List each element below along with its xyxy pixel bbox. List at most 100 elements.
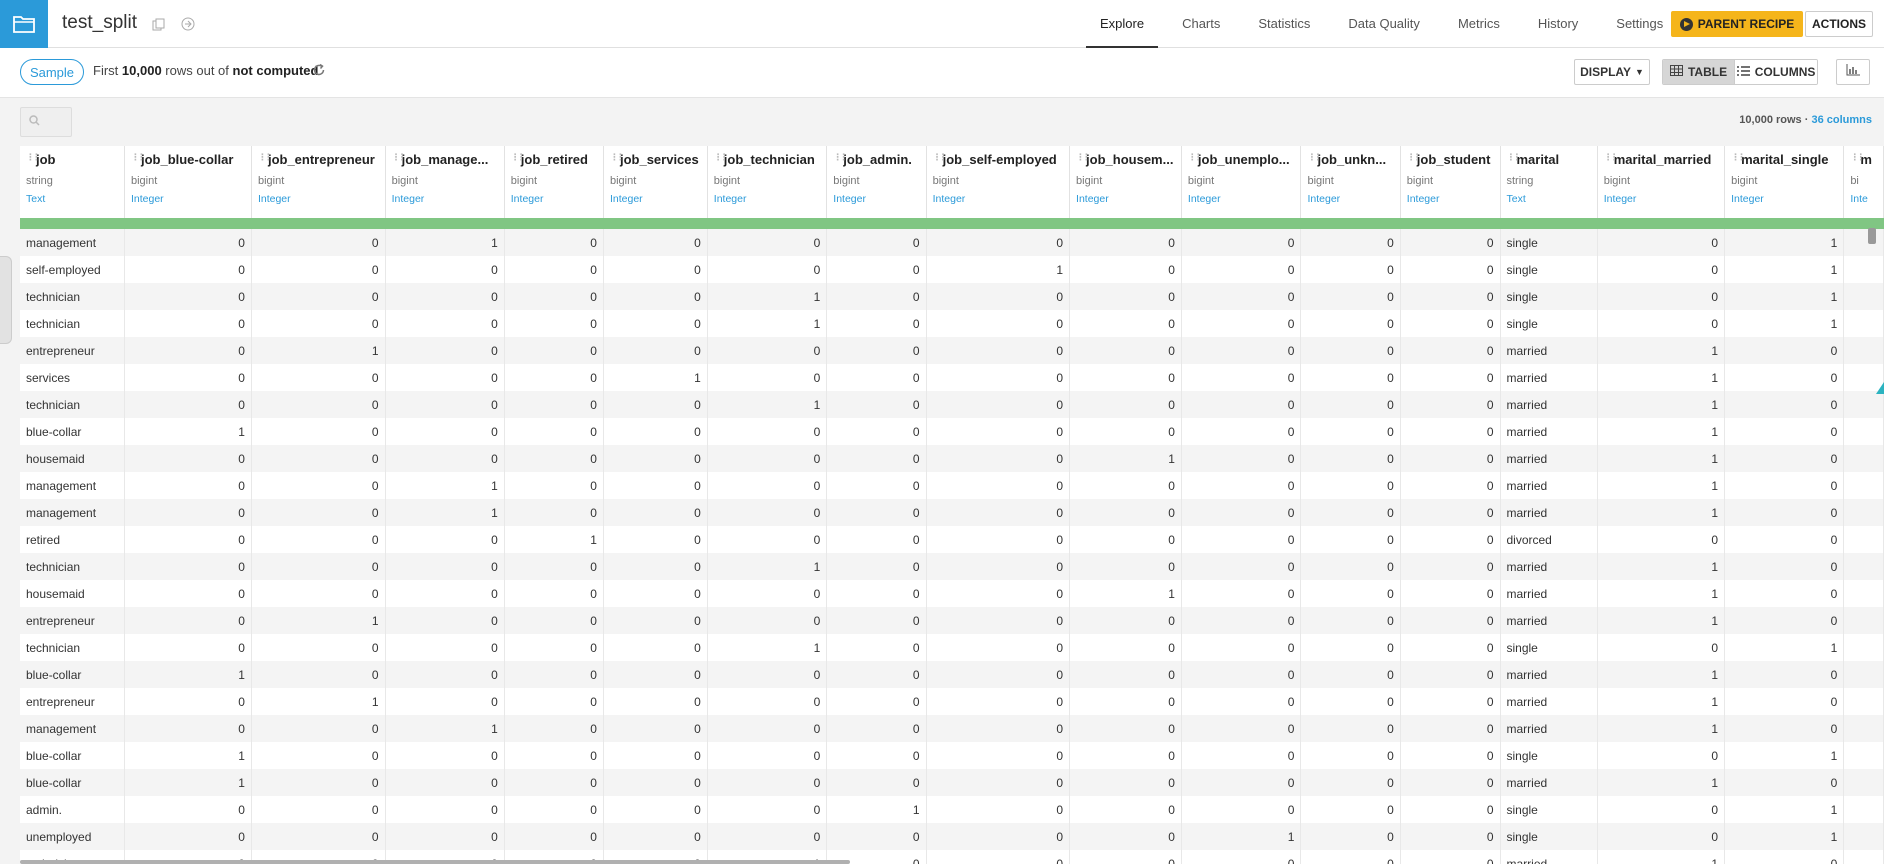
table-cell[interactable]: 0 [926, 688, 1071, 715]
table-cell[interactable] [1843, 499, 1884, 526]
table-row[interactable]: technician 0 0 0 0 0 1 0 0 0 0 0 0 single 0 1 [20, 283, 1884, 310]
table-cell[interactable]: 0 [1300, 769, 1401, 796]
dataset-title[interactable]: test_split [62, 12, 137, 34]
table-cell[interactable]: 0 [826, 823, 927, 850]
table-cell[interactable]: 0 [1069, 364, 1182, 391]
table-cell[interactable]: 1 [1597, 364, 1726, 391]
table-cell[interactable]: 0 [926, 283, 1071, 310]
tab-explore[interactable]: Explore [1086, 0, 1159, 48]
table-cell[interactable]: 0 [1597, 742, 1726, 769]
table-cell[interactable]: married [1500, 607, 1598, 634]
column-header[interactable]: job_entrepreneurbigint Integer [251, 146, 386, 218]
table-cell[interactable]: 0 [124, 472, 252, 499]
table-cell[interactable]: 0 [124, 391, 252, 418]
column-meaning[interactable]: Integer [131, 193, 245, 205]
table-cell[interactable]: 0 [1069, 472, 1182, 499]
table-cell[interactable]: entrepreneur [20, 607, 125, 634]
table-cell[interactable]: 0 [504, 499, 604, 526]
table-row[interactable]: management 0 0 1 0 0 0 0 0 0 0 0 0 married 1 0 [20, 715, 1884, 742]
table-cell[interactable]: married [1500, 688, 1598, 715]
table-cell[interactable]: 0 [603, 607, 708, 634]
table-cell[interactable]: 1 [1597, 472, 1726, 499]
table-cell[interactable]: 0 [1069, 769, 1182, 796]
table-cell[interactable]: 0 [826, 688, 927, 715]
table-cell[interactable]: 0 [1597, 823, 1726, 850]
table-cell[interactable]: unemployed [20, 823, 125, 850]
table-cell[interactable]: 1 [926, 256, 1071, 283]
table-cell[interactable]: 0 [251, 310, 386, 337]
table-cell[interactable]: 0 [504, 742, 604, 769]
column-meaning[interactable]: Integer [1604, 193, 1718, 205]
table-cell[interactable]: 0 [1400, 310, 1501, 337]
table-cell[interactable] [1843, 553, 1884, 580]
column-meaning[interactable]: Integer [258, 193, 379, 205]
table-cell[interactable] [1843, 688, 1884, 715]
table-cell[interactable]: 0 [603, 472, 708, 499]
table-row[interactable]: entrepreneur 0 1 0 0 0 0 0 0 0 0 0 0 married 1 0 [20, 337, 1884, 364]
table-cell[interactable]: technician [20, 634, 125, 661]
table-cell[interactable]: 0 [1400, 526, 1501, 553]
tab-metrics[interactable]: Metrics [1444, 0, 1514, 48]
table-row[interactable]: self-employed 0 0 0 0 0 0 0 1 0 0 0 0 single 0 1 [20, 256, 1884, 283]
table-cell[interactable]: 0 [504, 229, 604, 256]
table-cell[interactable]: 0 [1069, 418, 1182, 445]
table-cell[interactable]: 0 [251, 229, 386, 256]
column-meaning[interactable]: Integer [1076, 193, 1175, 205]
table-cell[interactable]: 0 [926, 391, 1071, 418]
column-count-link[interactable]: 36 columns [1811, 114, 1872, 126]
table-cell[interactable]: 0 [1069, 688, 1182, 715]
table-cell[interactable]: 0 [251, 445, 386, 472]
table-cell[interactable]: 0 [1300, 742, 1401, 769]
table-cell[interactable]: 0 [1300, 580, 1401, 607]
table-cell[interactable]: 0 [1300, 553, 1401, 580]
table-cell[interactable]: 0 [1300, 526, 1401, 553]
table-cell[interactable]: 1 [385, 715, 505, 742]
table-cell[interactable]: 0 [1400, 337, 1501, 364]
table-cell[interactable]: 0 [1724, 526, 1845, 553]
table-cell[interactable]: 0 [124, 715, 252, 742]
table-cell[interactable]: 1 [124, 742, 252, 769]
refresh-icon[interactable] [310, 61, 328, 79]
table-cell[interactable]: 0 [124, 283, 252, 310]
table-cell[interactable]: 0 [1181, 634, 1302, 661]
table-cell[interactable]: 0 [385, 526, 505, 553]
table-cell[interactable]: 0 [385, 283, 505, 310]
table-cell[interactable] [1843, 715, 1884, 742]
column-header[interactable]: job_housem...bigint Integer [1069, 146, 1182, 218]
table-cell[interactable]: blue-collar [20, 742, 125, 769]
table-cell[interactable]: 1 [707, 553, 828, 580]
table-cell[interactable] [1843, 445, 1884, 472]
table-cell[interactable]: single [1500, 796, 1598, 823]
column-header[interactable]: job_technicianbigint Integer [707, 146, 828, 218]
table-cell[interactable]: 1 [124, 661, 252, 688]
table-cell[interactable]: 0 [826, 553, 927, 580]
table-cell[interactable]: 0 [1300, 796, 1401, 823]
table-cell[interactable]: 0 [385, 337, 505, 364]
table-cell[interactable]: services [20, 364, 125, 391]
table-cell[interactable]: 0 [251, 715, 386, 742]
table-cell[interactable]: 1 [1597, 580, 1726, 607]
table-cell[interactable]: 0 [1300, 688, 1401, 715]
table-cell[interactable]: 0 [385, 553, 505, 580]
table-cell[interactable]: 0 [385, 796, 505, 823]
table-cell[interactable]: 0 [251, 364, 386, 391]
column-meaning[interactable]: Integer [933, 193, 1063, 205]
table-cell[interactable]: 0 [504, 256, 604, 283]
table-cell[interactable]: 0 [504, 364, 604, 391]
table-cell[interactable]: 0 [603, 310, 708, 337]
table-cell[interactable]: 1 [1724, 742, 1845, 769]
table-row[interactable]: technician000001000000married10 [20, 553, 1884, 580]
table-cell[interactable]: 0 [707, 418, 828, 445]
table-cell[interactable]: 0 [504, 688, 604, 715]
table-cell[interactable]: 0 [1300, 715, 1401, 742]
table-cell[interactable]: 0 [826, 634, 927, 661]
table-cell[interactable]: 0 [385, 661, 505, 688]
table-cell[interactable]: 0 [1400, 391, 1501, 418]
table-cell[interactable]: married [1500, 850, 1598, 864]
table-cell[interactable]: 0 [1724, 688, 1845, 715]
table-cell[interactable]: 0 [1724, 607, 1845, 634]
table-cell[interactable]: 0 [504, 796, 604, 823]
table-cell[interactable]: 0 [385, 688, 505, 715]
table-row[interactable]: blue-collar 1 0 0 0 0 0 0 0 0 0 0 0 married 1 0 [20, 661, 1884, 688]
table-cell[interactable]: 0 [603, 256, 708, 283]
